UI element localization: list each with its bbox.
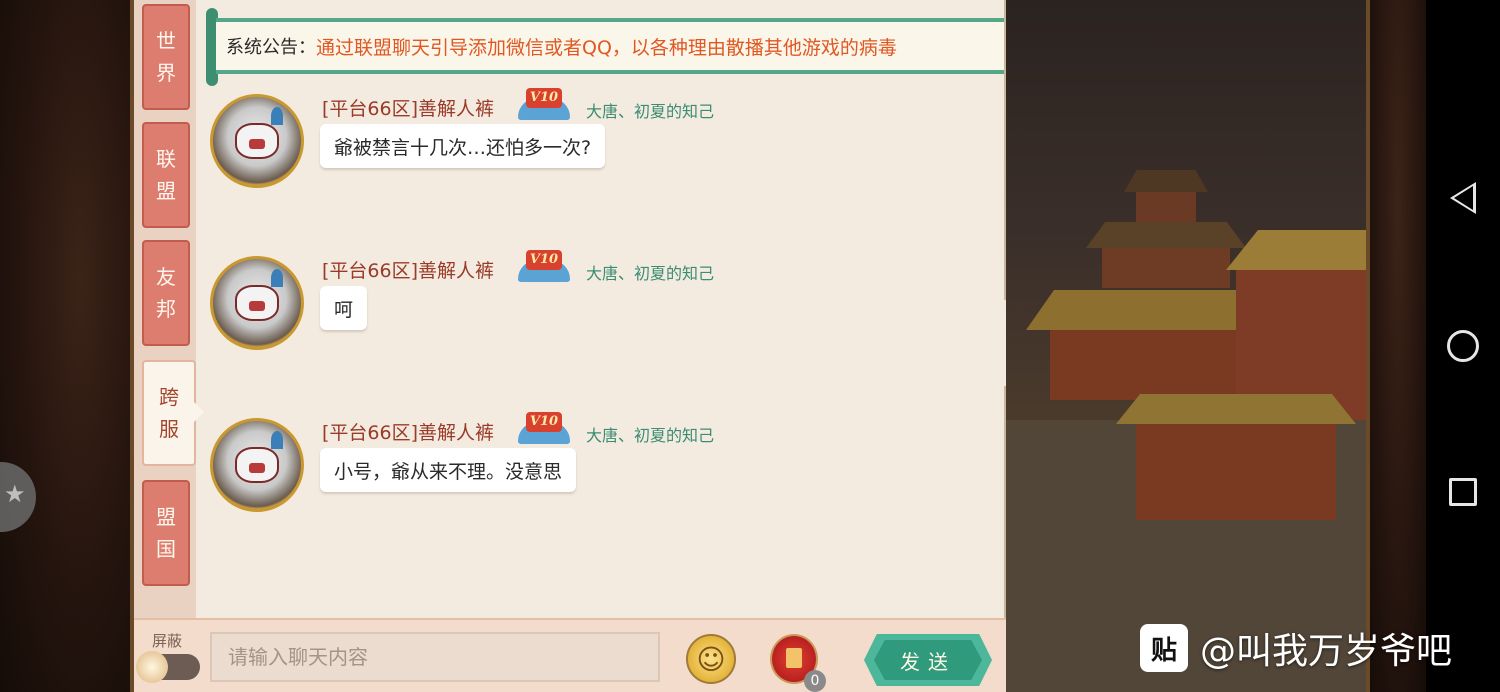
game-scene [1006, 0, 1366, 692]
avatar[interactable] [210, 256, 304, 350]
tab-world[interactable]: 世 界 [142, 4, 190, 110]
vip-badge: V10 [518, 250, 570, 282]
back-icon[interactable] [1450, 182, 1476, 214]
home-icon[interactable] [1447, 330, 1479, 362]
tab-label: 国 [156, 537, 176, 561]
chat-message: [平台66区]善解人裤 V10 大唐、初夏的知己 呵 [208, 250, 728, 366]
tab-label: 盟 [156, 179, 176, 203]
chat-input-bar: 屏蔽 ☺ 0 发送 [134, 618, 1006, 692]
send-button[interactable]: 发送 [864, 634, 992, 686]
chat-message: [平台66区]善解人裤 V10 大唐、初夏的知己 小号，爺从来不理。没意思 [208, 412, 728, 528]
channel-tabs: 世 界 联 盟 友 邦 跨 服 盟 国 [134, 0, 204, 618]
tab-label: 服 [159, 417, 179, 441]
lower-hall [1136, 420, 1336, 520]
sender-faction: 大唐、初夏的知己 [586, 264, 715, 283]
tab-label: 联 [156, 147, 176, 171]
sender-name[interactable]: [平台66区]善解人裤 [322, 94, 494, 121]
watermark: 贴 @叫我万岁爷吧 [1140, 622, 1452, 674]
system-nav-bar [1426, 0, 1500, 692]
message-bubble: 爺被禁言十几次…还怕多一次? [320, 124, 606, 168]
tab-label: 友 [156, 265, 176, 289]
tab-label: 盟 [156, 505, 176, 529]
tab-label: 跨 [159, 385, 179, 409]
tab-label: 邦 [156, 297, 176, 321]
tab-alliance[interactable]: 联 盟 [142, 122, 190, 228]
tab-label: 界 [156, 61, 176, 85]
announcement-text: 通过联盟聊天引导添加微信或者QQ，以各种理由散播其他游戏的病毒 [316, 36, 897, 59]
smiley-icon[interactable]: ☺ [686, 634, 736, 684]
recents-icon[interactable] [1449, 478, 1477, 506]
tab-cross-server[interactable]: 跨 服 [142, 360, 204, 466]
tab-label: 世 [156, 29, 176, 53]
sender-faction: 大唐、初夏的知己 [586, 102, 715, 121]
mute-toggle[interactable] [136, 651, 200, 683]
announcement-body: 系统公告： 通过联盟聊天引导添加微信或者QQ，以各种理由散播其他游戏的病毒 [216, 18, 1004, 74]
message-bubble: 小号，爺从来不理。没意思 [320, 448, 577, 492]
chat-message: [平台66区]善解人裤 V10 大唐、初夏的知己 爺被禁言十几次…还怕多一次? [208, 88, 728, 204]
vip-badge: V10 [518, 412, 570, 444]
avatar[interactable] [210, 94, 304, 188]
avatar[interactable] [210, 418, 304, 512]
red-packet-count: 0 [804, 670, 826, 692]
sender-name[interactable]: [平台66区]善解人裤 [322, 256, 494, 283]
vip-badge: V10 [518, 88, 570, 120]
left-frame [0, 0, 134, 692]
message-bubble: 呵 [320, 286, 368, 330]
announcement-label: 系统公告： [226, 37, 316, 58]
tieba-logo: 贴 [1140, 624, 1188, 672]
tab-friendly[interactable]: 友 邦 [142, 240, 190, 346]
right-frame [1366, 0, 1426, 692]
system-announcement: 系统公告： 通过联盟聊天引导添加微信或者QQ，以各种理由散播其他游戏的病毒 [206, 8, 1004, 86]
send-label: 发送 [874, 640, 982, 680]
chat-panel: 世 界 联 盟 友 邦 跨 服 盟 国 系统公告： 通过联盟聊天引导添加微信或者… [134, 0, 1006, 692]
mute-label: 屏蔽 [152, 632, 183, 650]
sender-faction: 大唐、初夏的知己 [586, 426, 715, 445]
tab-alliance-nation[interactable]: 盟 国 [142, 480, 190, 586]
star-icon: ★ [4, 480, 26, 508]
chat-input[interactable] [210, 632, 660, 682]
watermark-text: @叫我万岁爷吧 [1200, 631, 1453, 672]
sender-name[interactable]: [平台66区]善解人裤 [322, 418, 494, 445]
